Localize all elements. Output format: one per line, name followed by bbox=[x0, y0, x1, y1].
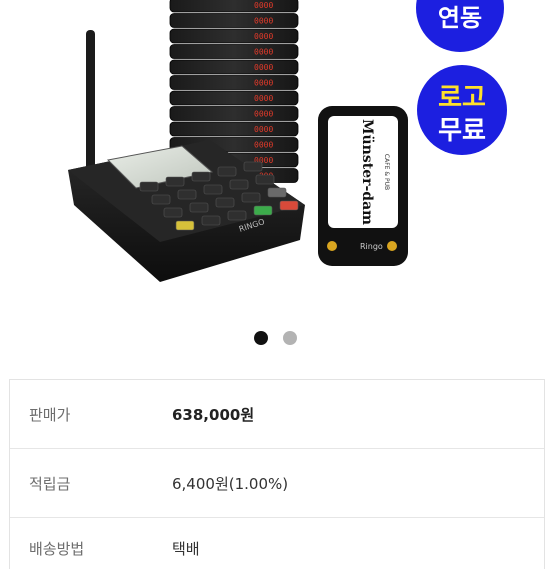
keypad-key bbox=[253, 205, 273, 216]
keypad-key bbox=[191, 171, 211, 182]
pager-led-display: 0000 bbox=[254, 125, 273, 134]
stacked-pager: 0000 bbox=[169, 0, 299, 13]
info-row-price: 판매가 638,000원 bbox=[10, 380, 544, 448]
svg-text:CAFE & PUB: CAFE & PUB bbox=[383, 154, 390, 190]
carousel-indicator bbox=[0, 331, 555, 345]
stacked-pager: 0000 bbox=[169, 28, 299, 44]
keypad-key bbox=[241, 192, 261, 203]
keypad-key bbox=[217, 166, 237, 177]
keypad-key bbox=[201, 215, 221, 226]
pager-led-display: 0000 bbox=[254, 1, 273, 10]
keypad-key bbox=[215, 197, 235, 208]
keypad-key bbox=[279, 200, 299, 211]
keypad-key bbox=[177, 189, 197, 200]
keypad-key bbox=[243, 161, 263, 172]
stacked-pager: 0000 bbox=[169, 106, 299, 121]
keypad-key bbox=[189, 202, 209, 213]
stacked-pager: 0000 bbox=[169, 44, 299, 59]
keypad-key bbox=[227, 210, 247, 221]
keypad-key bbox=[255, 174, 275, 185]
price-value: 638,000원 bbox=[172, 406, 255, 424]
shipping-value: 택배 bbox=[172, 540, 200, 558]
price-label: 판매가 bbox=[29, 406, 71, 424]
shipping-label: 배송방법 bbox=[29, 540, 85, 558]
keypad-key bbox=[163, 207, 183, 218]
keypad-key bbox=[267, 187, 287, 198]
svg-text:연동: 연동 bbox=[438, 4, 482, 32]
stacked-pager: 0000 bbox=[169, 90, 299, 106]
stacked-pager: 0000 bbox=[169, 13, 299, 28]
points-value: 6,400원(1.00%) bbox=[172, 475, 289, 493]
keypad-key bbox=[151, 194, 171, 205]
carousel-dot-2[interactable] bbox=[283, 331, 297, 345]
badge-free-logo: 로고 무료 bbox=[417, 65, 507, 155]
stacked-pager: 0000 bbox=[169, 121, 299, 137]
product-photo: 0000 0000 0000 0000 0000 0000 0000 0000 0000 0000… bbox=[68, 0, 507, 282]
points-label: 적립금 bbox=[29, 475, 71, 493]
pager-device: Münster-dam CAFE & PUB Ringo bbox=[318, 106, 408, 266]
svg-text:로고: 로고 bbox=[438, 83, 486, 113]
keypad-key bbox=[139, 181, 159, 192]
pager-led-display: 0000 bbox=[254, 63, 273, 72]
svg-text:무료: 무료 bbox=[438, 116, 486, 146]
info-row-points: 적립금 6,400원(1.00%) bbox=[10, 449, 544, 517]
pager-led-display: 0000 bbox=[254, 94, 273, 103]
pager-led-display: 0000 bbox=[254, 110, 273, 119]
stacked-pager: 0000 bbox=[169, 59, 299, 75]
carousel-dot-1[interactable] bbox=[254, 331, 268, 345]
pager-led-display: 0000 bbox=[254, 17, 273, 26]
antenna-icon bbox=[84, 30, 97, 186]
pager-led-display: 0000 bbox=[254, 48, 273, 57]
pager-led-display: 0000 bbox=[254, 141, 273, 150]
stacked-pager: 0000 bbox=[169, 75, 299, 90]
keypad-key bbox=[175, 220, 195, 231]
product-image[interactable]: 0000 0000 0000 0000 0000 0000 0000 0000 0000 0000… bbox=[0, 0, 555, 318]
pager-led-display: 0000 bbox=[254, 32, 273, 41]
keypad-key bbox=[203, 184, 223, 195]
pager-led-display: 0000 bbox=[254, 79, 273, 88]
product-info-table: 판매가 638,000원 적립금 6,400원(1.00%) 배송방법 택배 bbox=[9, 379, 545, 569]
info-row-shipping: 배송방법 택배 bbox=[10, 518, 544, 586]
svg-text:Münster-dam: Münster-dam bbox=[359, 119, 375, 225]
keypad-key bbox=[165, 176, 185, 187]
svg-text:Ringo: Ringo bbox=[360, 242, 383, 251]
keypad-key bbox=[229, 179, 249, 190]
badge-integration: 연동 bbox=[416, 0, 504, 52]
